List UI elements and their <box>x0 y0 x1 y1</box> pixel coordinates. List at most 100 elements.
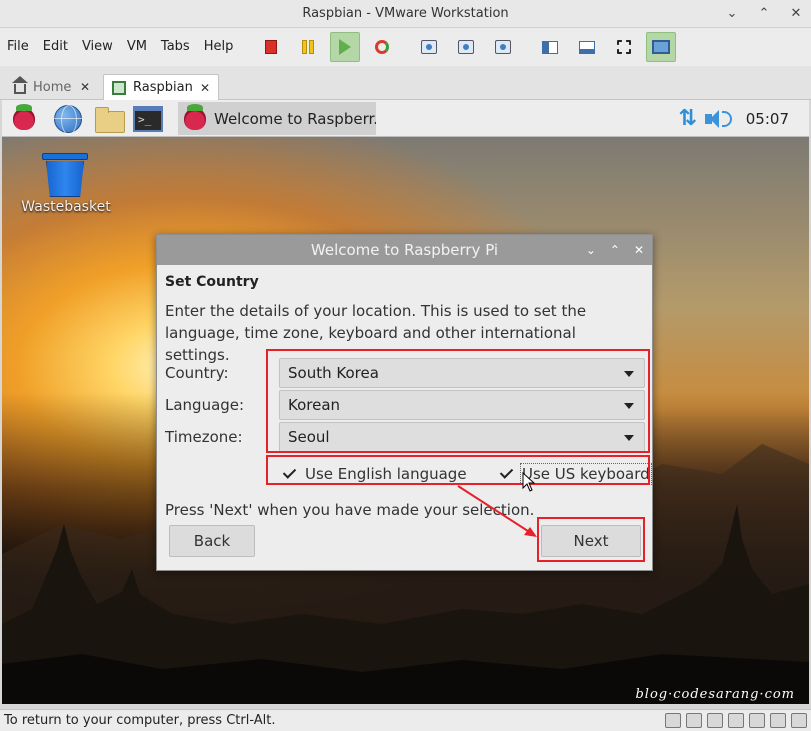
country-row: Country: South Korea <box>165 358 645 388</box>
dialog-title-bar: Welcome to Raspberry Pi ⌄ ⌃ ✕ <box>157 235 652 265</box>
guest-tray: ⇅ 05:07 <box>678 100 789 137</box>
menu-file[interactable]: File <box>0 28 36 66</box>
unity-button[interactable] <box>646 32 676 62</box>
window-maximize-button[interactable]: ⌃ <box>757 0 771 28</box>
dialog-description: Enter the details of your location. This… <box>165 302 587 364</box>
menu-edit[interactable]: Edit <box>36 28 75 66</box>
taskbar-window-welcome[interactable]: Welcome to Raspberr... <box>178 102 376 135</box>
suspend-button[interactable] <box>293 32 323 62</box>
volume-icon[interactable] <box>704 109 732 128</box>
taskbar-window-label: Welcome to Raspberr... <box>214 109 376 128</box>
use-english-checkbox[interactable]: Use English language <box>283 463 467 485</box>
status-message: To return to your computer, press Ctrl-A… <box>4 713 276 728</box>
timezone-select[interactable]: Seoul <box>279 422 645 452</box>
language-row: Language: Korean <box>165 390 645 420</box>
menu-view[interactable]: View <box>75 28 120 66</box>
timezone-value: Seoul <box>288 428 330 446</box>
folder-icon <box>95 107 125 133</box>
terminal-button[interactable]: >_ <box>132 103 164 135</box>
chevron-down-icon <box>624 403 634 409</box>
menu-help[interactable]: Help <box>197 28 241 66</box>
unity-icon <box>652 40 670 54</box>
sound-card-icon[interactable] <box>728 713 744 728</box>
raspberry-icon <box>184 103 206 130</box>
tab-home-label: Home <box>33 79 72 95</box>
terminal-icon: >_ <box>133 106 163 132</box>
snapshot-button[interactable] <box>414 32 444 62</box>
hard-disk-icon[interactable] <box>665 713 681 728</box>
file-manager-button[interactable] <box>94 103 126 135</box>
globe-icon <box>54 105 82 135</box>
thumbnail-view-icon <box>579 40 595 54</box>
power-on-button[interactable] <box>330 32 360 62</box>
network-adapter-icon[interactable] <box>707 713 723 728</box>
fullscreen-button[interactable] <box>609 32 639 62</box>
next-button[interactable]: Next <box>541 525 641 557</box>
dialog-body: Set Country Enter the details of your lo… <box>157 274 652 366</box>
dialog-maximize-button[interactable]: ⌃ <box>610 235 620 265</box>
dialog-controls: ⌄ ⌃ ✕ <box>586 235 644 265</box>
use-english-label: Use English language <box>305 465 467 483</box>
welcome-dialog: Welcome to Raspberry Pi ⌄ ⌃ ✕ Set Countr… <box>156 234 653 571</box>
toolbar <box>256 32 683 62</box>
manage-snapshots-button[interactable] <box>488 32 518 62</box>
window-minimize-button[interactable]: ⌄ <box>725 0 739 28</box>
mouse-pointer-icon <box>522 472 536 492</box>
raspberry-menu-button[interactable] <box>8 103 40 135</box>
country-value: South Korea <box>288 364 379 382</box>
chevron-down-icon <box>624 371 634 377</box>
menu-vm[interactable]: VM <box>120 28 154 66</box>
timezone-row: Timezone: Seoul <box>165 422 645 452</box>
display-icon[interactable] <box>770 713 786 728</box>
chevron-down-icon <box>624 435 634 441</box>
timezone-label: Timezone: <box>165 428 243 446</box>
web-browser-button[interactable] <box>52 103 84 135</box>
tab-raspbian-label: Raspbian <box>133 80 193 95</box>
suspend-icon <box>302 40 314 54</box>
tab-home[interactable]: Home ✕ <box>6 74 98 100</box>
library-view-icon <box>542 40 558 54</box>
tab-raspbian-close-button[interactable]: ✕ <box>200 81 210 95</box>
revert-snapshot-button[interactable] <box>451 32 481 62</box>
message-log-icon[interactable] <box>791 713 807 728</box>
wastebasket-icon[interactable] <box>42 153 88 197</box>
use-us-keyboard-label: Use US keyboard <box>520 463 652 485</box>
back-button[interactable]: Back <box>169 525 255 557</box>
language-select[interactable]: Korean <box>279 390 645 420</box>
clock: 05:07 <box>745 109 789 128</box>
menu-tabs[interactable]: Tabs <box>154 28 197 66</box>
thumbnail-view-button[interactable] <box>572 32 602 62</box>
checkmark-icon <box>283 467 297 481</box>
fullscreen-icon <box>617 40 631 54</box>
guest-top-panel: >_ Welcome to Raspberr... ⇅ 05:07 <box>2 100 809 137</box>
window-title-bar: Raspbian - VMware Workstation ⌄ ⌃ ✕ <box>0 0 811 28</box>
reset-icon <box>375 40 389 54</box>
revert-snapshot-icon <box>458 40 474 54</box>
window-title: Raspbian - VMware Workstation <box>302 6 509 21</box>
cd-rom-icon[interactable] <box>686 713 702 728</box>
dialog-hint: Press 'Next' when you have made your sel… <box>165 501 535 519</box>
section-title: Set Country <box>165 274 259 290</box>
country-select[interactable]: South Korea <box>279 358 645 388</box>
snapshot-icon <box>421 40 437 54</box>
network-arrows-icon[interactable]: ⇅ <box>678 106 697 131</box>
power-off-button[interactable] <box>256 32 286 62</box>
status-device-icons <box>665 713 807 728</box>
window-controls: ⌄ ⌃ ✕ <box>725 0 803 28</box>
menubar: File Edit View VM Tabs Help <box>0 28 811 66</box>
power-off-icon <box>265 40 277 54</box>
printer-icon[interactable] <box>749 713 765 728</box>
statusbar: To return to your computer, press Ctrl-A… <box>0 709 811 731</box>
library-view-button[interactable] <box>535 32 565 62</box>
wastebasket-label: Wastebasket <box>21 199 111 215</box>
language-value: Korean <box>288 396 341 414</box>
tab-raspbian[interactable]: Raspbian ✕ <box>103 74 219 100</box>
language-label: Language: <box>165 396 245 414</box>
reset-button[interactable] <box>367 32 397 62</box>
raspberry-icon <box>13 104 35 130</box>
dialog-minimize-button[interactable]: ⌄ <box>586 235 596 265</box>
dialog-close-button[interactable]: ✕ <box>634 235 644 265</box>
tab-home-close-button[interactable]: ✕ <box>80 80 90 94</box>
window-close-button[interactable]: ✕ <box>789 0 803 28</box>
manage-snapshots-icon <box>495 40 511 54</box>
